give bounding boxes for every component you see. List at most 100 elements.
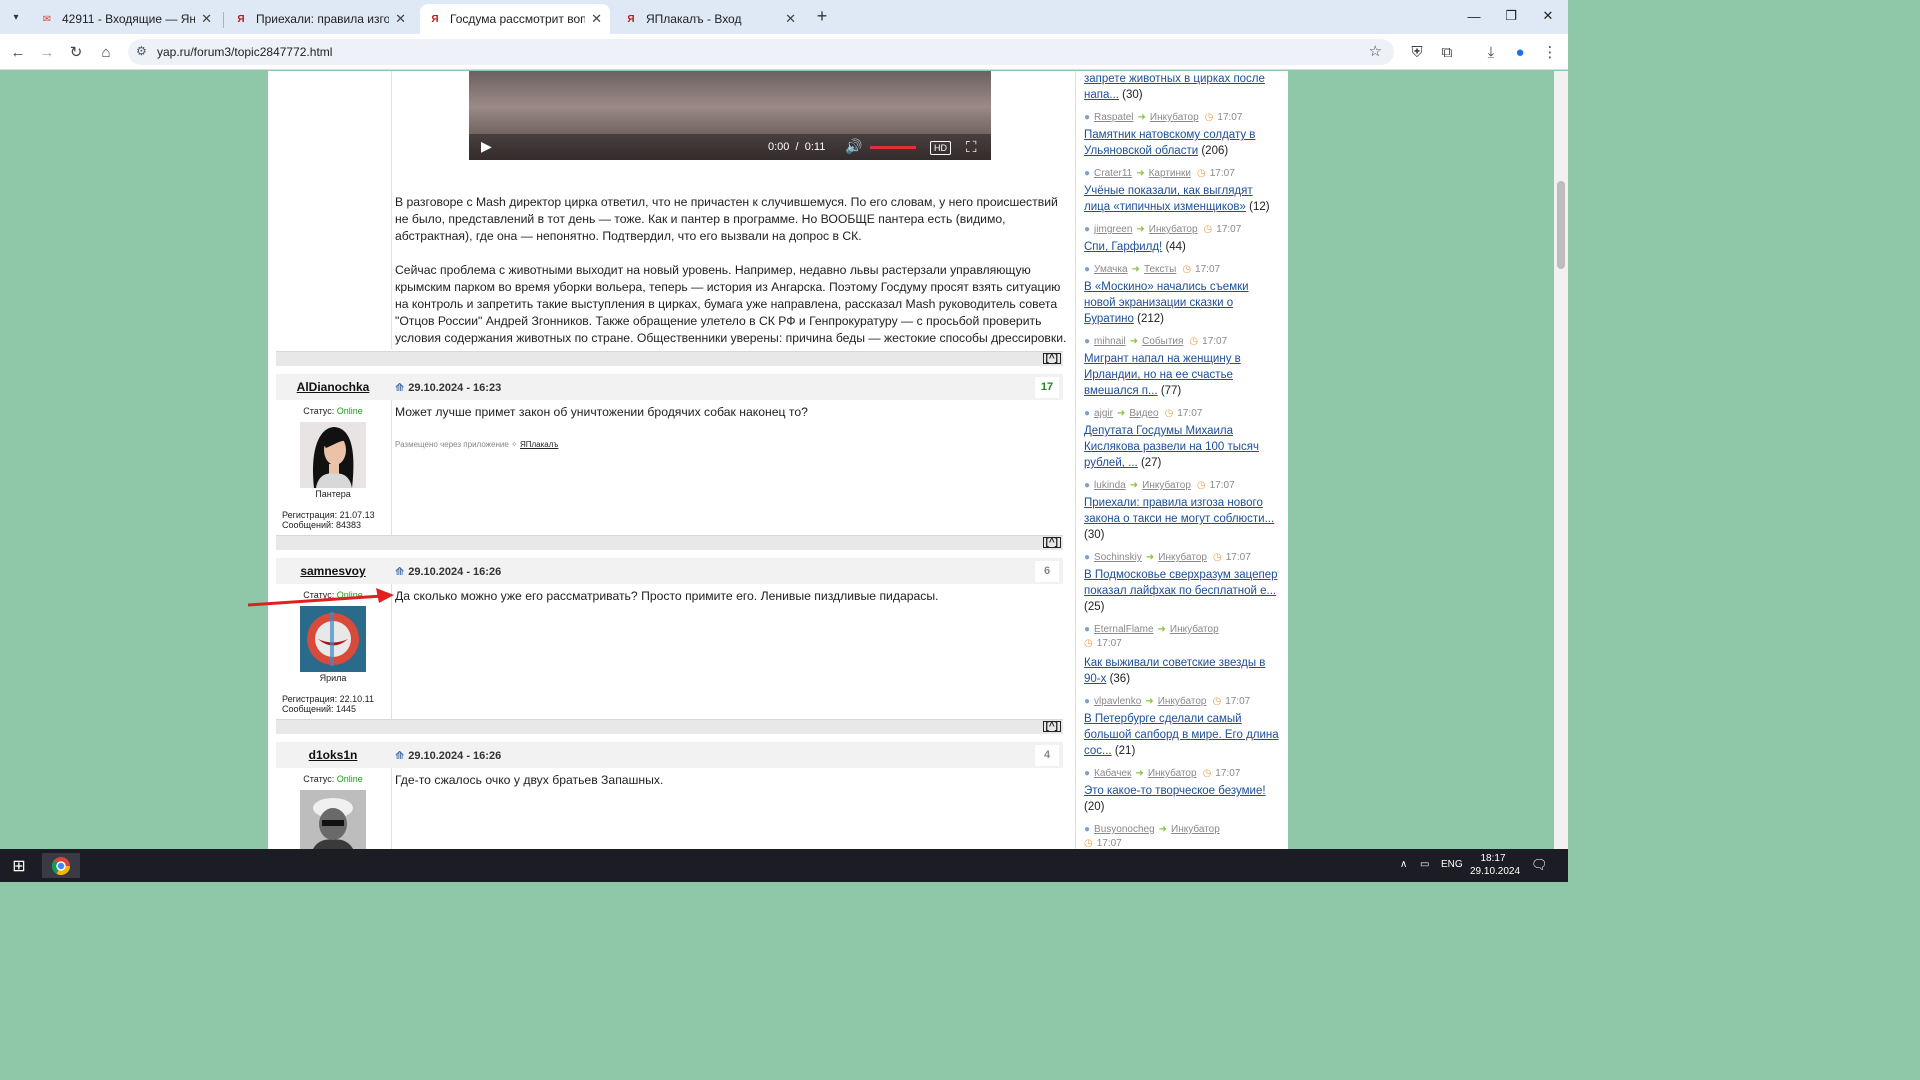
sidebar-section-link[interactable]: Инкубатор	[1158, 696, 1207, 707]
close-tab-icon[interactable]: ✕	[395, 11, 406, 27]
sidebar-user-link[interactable]: Sochinskiy	[1094, 552, 1142, 563]
post-author[interactable]: AlDianochka	[276, 380, 390, 394]
post-link-icon[interactable]: ⟰	[395, 566, 404, 578]
close-tab-icon[interactable]: ✕	[785, 11, 796, 27]
close-window-icon[interactable]: ✕	[1536, 6, 1560, 26]
windows-start-icon[interactable]: ⊞	[6, 853, 32, 878]
sidebar-user-link[interactable]: jimgreen	[1094, 224, 1132, 235]
taskbar-clock[interactable]: 18:17 29.10.2024	[1470, 852, 1520, 878]
post-header: samnesvoy ⟰ 29.10.2024 - 16:26 6	[276, 556, 1063, 584]
tab-yap-login[interactable]: Я ЯПлакалъ - Вход ✕	[616, 4, 804, 34]
sidebar-section-link[interactable]: Инкубатор	[1158, 552, 1207, 563]
notification-icon[interactable]: 🗨	[1531, 857, 1548, 873]
minimize-icon[interactable]: —	[1462, 6, 1486, 26]
post-link-icon[interactable]: ⟰	[395, 750, 404, 762]
sidebar-section-link[interactable]: Инкубатор	[1150, 112, 1199, 123]
forward-icon[interactable]: →	[36, 41, 58, 63]
new-tab-button[interactable]: +	[812, 6, 832, 26]
arrow-icon: ➜	[1116, 408, 1126, 419]
restore-icon[interactable]: ❐	[1499, 6, 1523, 26]
sidebar-topic-link[interactable]: Учёные показали, как выглядят лица «типи…	[1084, 185, 1253, 213]
sidebar-section-link[interactable]: Видео	[1129, 408, 1158, 419]
sidebar-topic-link[interactable]: В «Москино» начались съемки новой экрани…	[1084, 281, 1249, 325]
hd-button[interactable]: HD	[930, 141, 951, 155]
tray-chevron-icon[interactable]: ∧	[1400, 859, 1407, 870]
close-tab-icon[interactable]: ✕	[201, 11, 212, 27]
post-link-icon[interactable]: ⟰	[395, 382, 404, 394]
language-indicator[interactable]: ENG	[1441, 859, 1463, 870]
post-text: Где-то сжалось очко у двух братьев Запаш…	[395, 773, 664, 787]
sidebar-section-link[interactable]: События	[1142, 336, 1183, 347]
sidebar-section-link[interactable]: Инкубатор	[1148, 768, 1197, 779]
sidebar-section-link[interactable]: Тексты	[1144, 264, 1176, 275]
post-author[interactable]: samnesvoy	[276, 564, 390, 578]
sidebar-user-link[interactable]: EternalFlame	[1094, 624, 1153, 635]
sidebar-topic-link[interactable]: Спи, Гарфилд!	[1084, 241, 1162, 253]
sidebar-section-link[interactable]: Инкубатор	[1171, 824, 1220, 835]
avatar[interactable]	[300, 790, 366, 849]
sidebar-topic-link[interactable]: Депутата Госдумы Михаила Кислякова разве…	[1084, 425, 1259, 469]
post-rating[interactable]: 4	[1035, 745, 1059, 766]
avatar[interactable]	[300, 606, 366, 672]
sidebar-topic-link[interactable]: В Петербурге сделали самый большой сапбо…	[1084, 713, 1279, 757]
address-bar[interactable]: ⚙ yap.ru/forum3/topic2847772.html ☆	[128, 39, 1394, 65]
video-player[interactable]: ▶ 0:00 / 0:11 🔊 HD ⛶	[469, 71, 991, 160]
sidebar-user-link[interactable]: lukinda	[1094, 480, 1126, 491]
sidebar-section-link[interactable]: Инкубатор	[1170, 624, 1219, 635]
fullscreen-icon[interactable]: ⛶	[966, 139, 977, 156]
scroll-up-button[interactable]: [^]	[1042, 353, 1061, 364]
clock-icon: ◷	[1084, 638, 1093, 649]
scroll-up-button[interactable]: [^]	[1042, 721, 1061, 732]
home-icon[interactable]: ⌂	[95, 41, 117, 63]
download-icon[interactable]: ⤓	[1480, 41, 1502, 63]
tab-yap-gosduma[interactable]: Я Госдума рассмотрит вопрос о ✕	[420, 4, 610, 34]
avatar[interactable]	[300, 422, 366, 488]
post-rating[interactable]: 17	[1035, 377, 1059, 398]
scrollbar-thumb[interactable]	[1557, 181, 1565, 269]
sidebar-user-link[interactable]: Raspatel	[1094, 112, 1133, 123]
shield-icon[interactable]: ⛨	[1406, 41, 1428, 63]
bookmark-star-icon[interactable]: ☆	[1369, 42, 1382, 60]
sidebar-user-link[interactable]: vlpavlenko	[1094, 696, 1141, 707]
close-tab-icon[interactable]: ✕	[591, 11, 602, 27]
page-scrollbar[interactable]	[1554, 71, 1568, 849]
volume-icon[interactable]: 🔊	[845, 138, 862, 155]
sidebar-topic-link[interactable]: Это какое-то творческое безумие!	[1084, 785, 1266, 797]
sidebar-user-link[interactable]: Кабачек	[1094, 768, 1131, 779]
tab-yap-taxi[interactable]: Я Приехали: правила изгоза нов ✕	[226, 4, 414, 34]
profile-icon[interactable]: ●	[1509, 41, 1531, 63]
tab-mail[interactable]: ✉ 42911 - Входящие — Яндекс П ✕	[32, 4, 220, 34]
extensions-icon[interactable]: ⧉	[1436, 41, 1458, 63]
sidebar-topic: В Подмосковье сверхразум зацепер показал…	[1084, 569, 1278, 613]
sidebar-user-link[interactable]: Умачка	[1094, 264, 1128, 275]
sidebar-user-link[interactable]: mihnail	[1094, 336, 1126, 347]
sidebar-topic-link[interactable]: В Подмосковье сверхразум зацепер показал…	[1084, 569, 1278, 597]
scroll-up-button[interactable]: [^]	[1042, 537, 1061, 548]
sidebar-topic-link[interactable]: запрете животных в цирках после напа...	[1084, 73, 1265, 101]
arrow-icon: ➜	[1145, 696, 1154, 707]
chrome-icon[interactable]	[42, 853, 80, 878]
sidebar-user-link[interactable]: ajgir	[1094, 408, 1113, 419]
sidebar-section-link[interactable]: Инкубатор	[1149, 224, 1198, 235]
post-author[interactable]: d1oks1n	[276, 748, 390, 762]
back-icon[interactable]: ←	[7, 41, 29, 63]
sidebar-user-link[interactable]: Busyonocheg	[1094, 824, 1155, 835]
post-rating[interactable]: 6	[1035, 561, 1059, 582]
play-icon[interactable]: ▶	[481, 138, 492, 155]
battery-icon[interactable]: ▭	[1420, 859, 1429, 870]
url-text[interactable]: yap.ru/forum3/topic2847772.html	[157, 45, 332, 59]
sidebar-section-link[interactable]: Картинки	[1149, 168, 1191, 179]
menu-icon[interactable]: ⋮	[1539, 41, 1561, 63]
site-info-icon[interactable]: ⚙	[136, 44, 147, 58]
arrow-icon: ➜	[1145, 552, 1155, 563]
sidebar-topic-link[interactable]: Памятник натовскому солдату в Ульяновско…	[1084, 129, 1255, 157]
video-controls: ▶ 0:00 / 0:11 🔊 HD ⛶	[469, 134, 991, 160]
tab-search-icon[interactable]: ▾	[6, 8, 26, 26]
volume-slider[interactable]	[870, 146, 916, 149]
sidebar-section-link[interactable]: Инкубатор	[1142, 480, 1191, 491]
sidebar-topic-link[interactable]: Приехали: правила изгоза нового закона о…	[1084, 497, 1274, 525]
reload-icon[interactable]: ↻	[65, 41, 87, 63]
sidebar-user-link[interactable]: Crater11	[1094, 168, 1132, 179]
post-date: ⟰ 29.10.2024 - 16:26	[395, 566, 502, 578]
app-link[interactable]: ЯПлакалъ	[520, 440, 558, 449]
